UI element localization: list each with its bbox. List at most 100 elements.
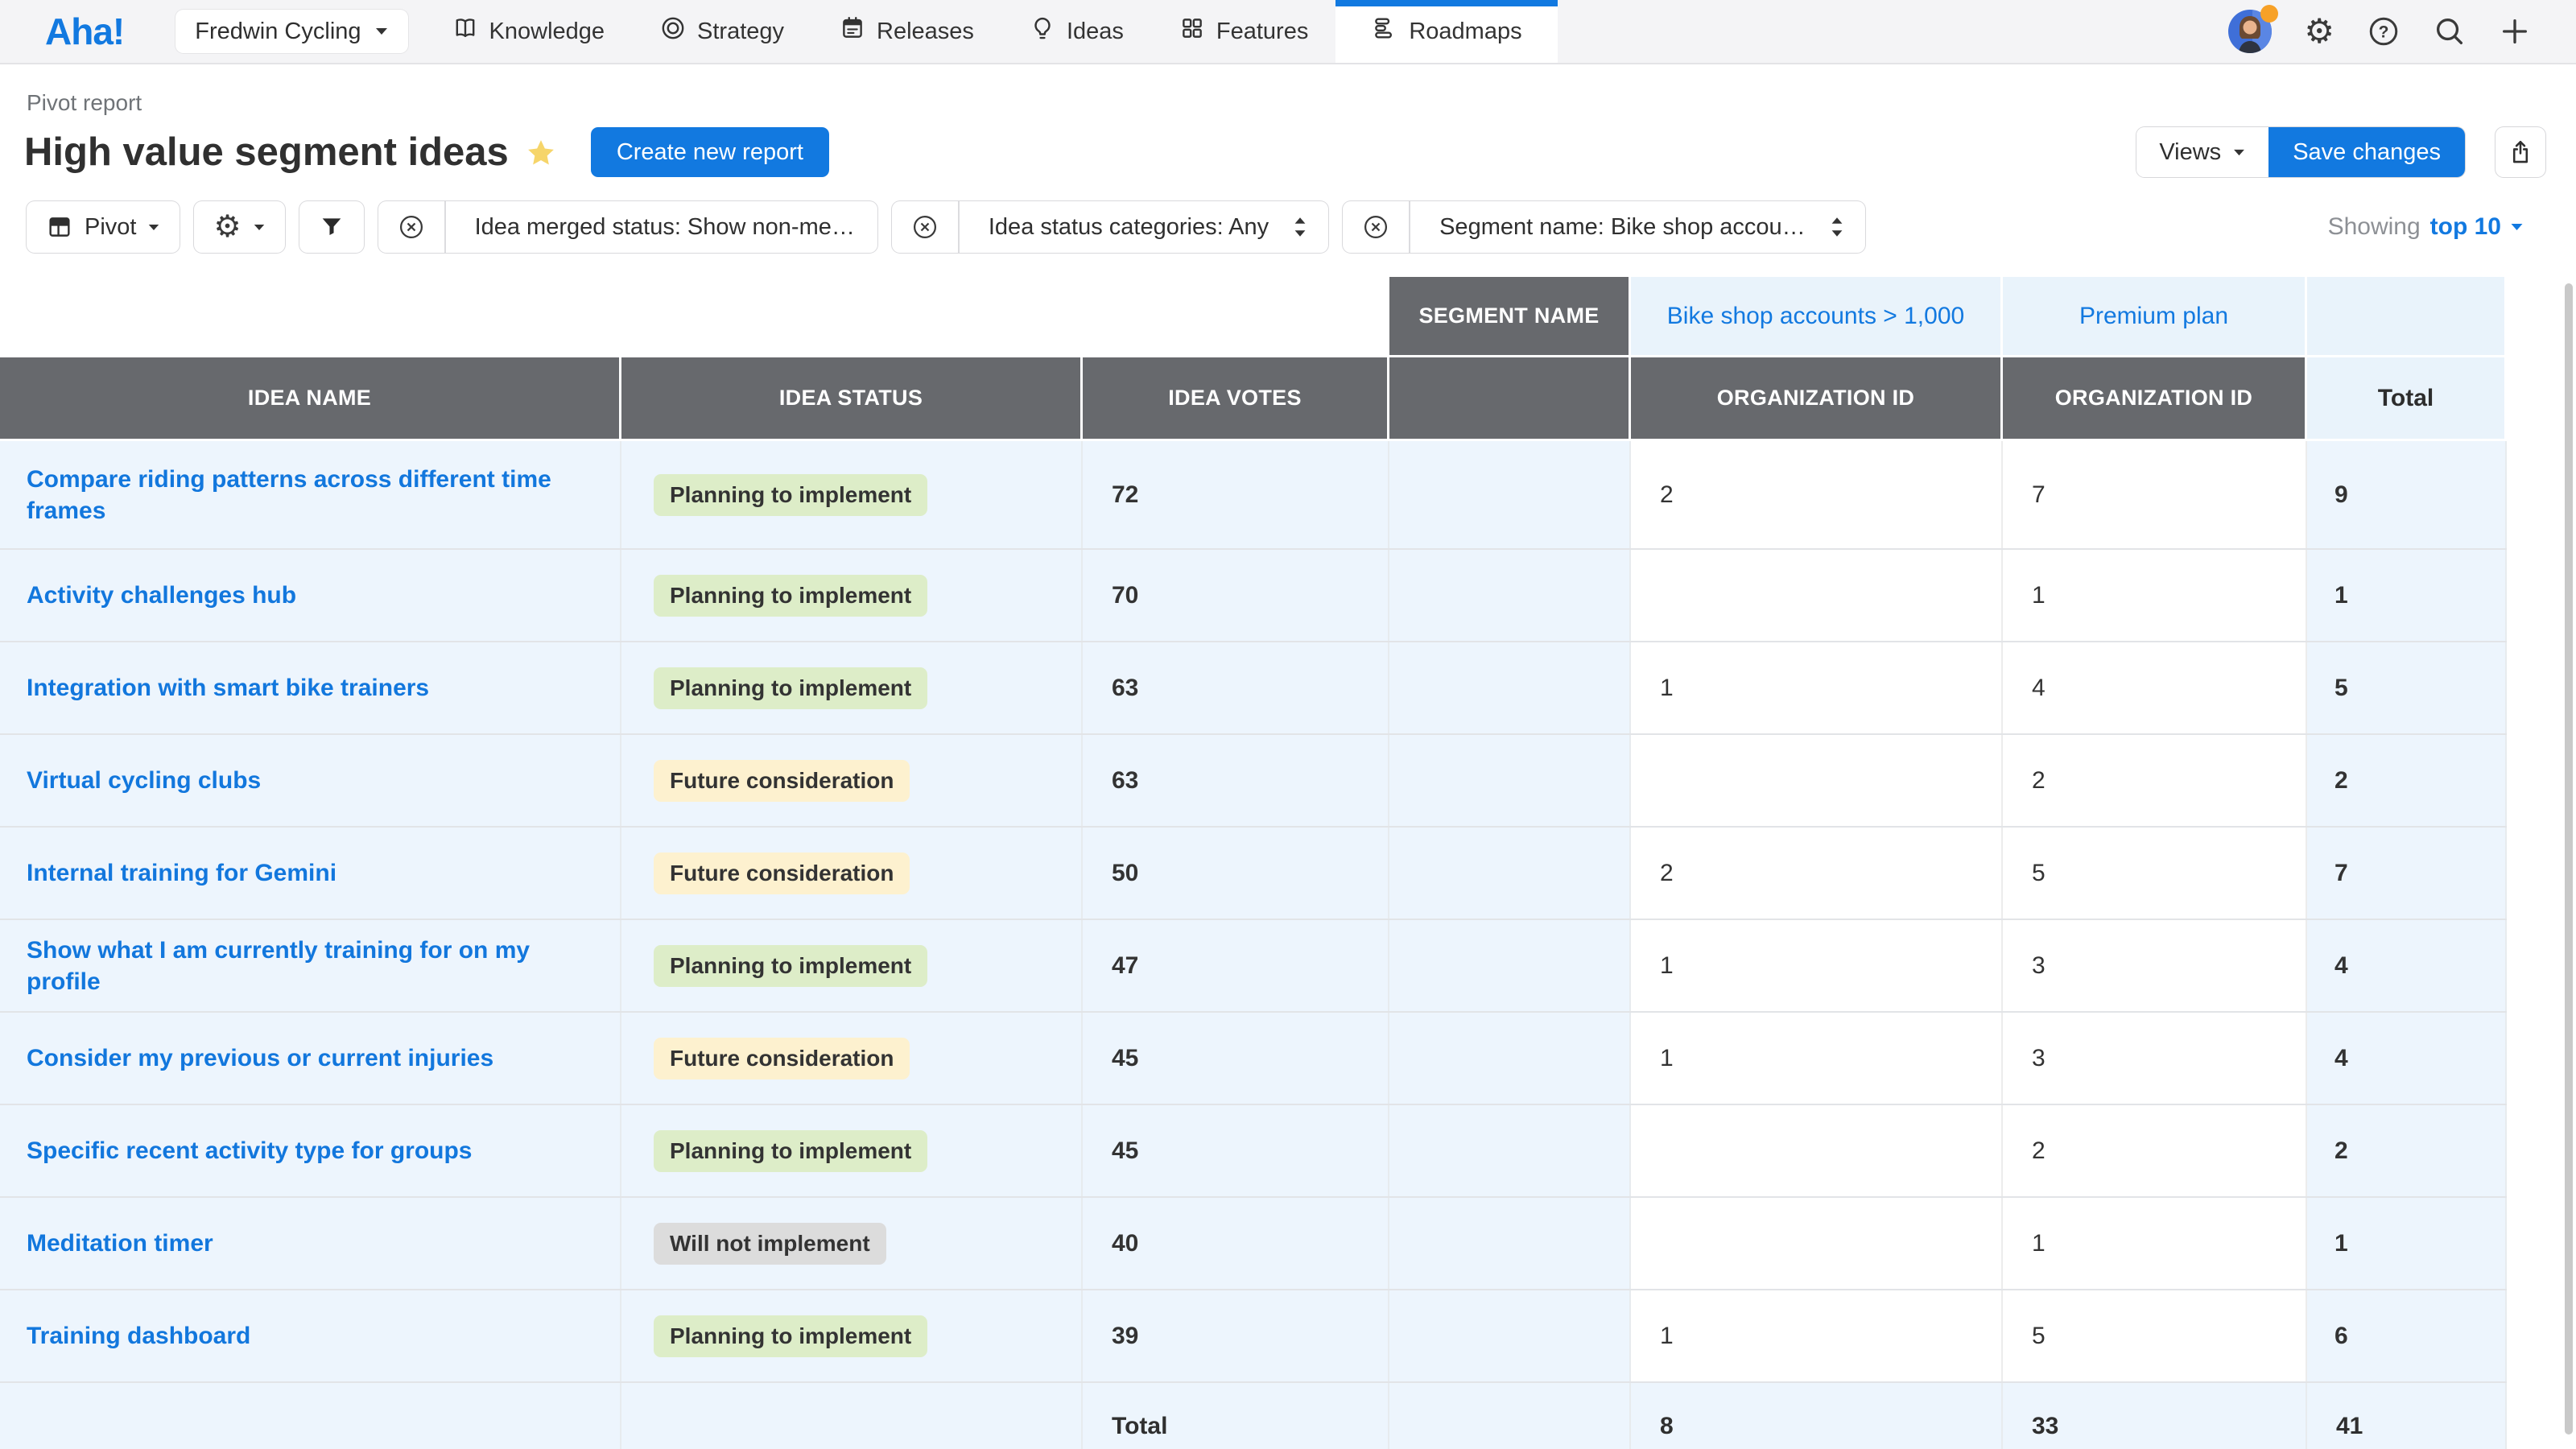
remove-filter-icon[interactable]: [892, 201, 960, 253]
filter-chip-merged-status[interactable]: Idea merged status: Show non-me…: [378, 201, 877, 253]
pivot-table-body: Compare riding patterns across different…: [0, 441, 2507, 1381]
idea-votes-cell: 63: [1083, 642, 1389, 733]
org-id-count-cell: [1631, 1105, 2003, 1196]
idea-votes-cell: 63: [1083, 735, 1389, 826]
org-id-count-cell: 5: [2003, 1290, 2307, 1381]
page-title: High value segment ideas: [24, 130, 509, 175]
idea-status-cell: Planning to implement: [621, 1105, 1083, 1196]
idea-status-cell: Future consideration: [621, 828, 1083, 919]
status-badge: Will not implement: [654, 1223, 886, 1265]
idea-name-link[interactable]: Consider my previous or current injuries: [27, 1042, 493, 1074]
help-button[interactable]: ?: [2367, 14, 2401, 48]
idea-name-link[interactable]: Meditation timer: [27, 1228, 213, 1259]
filter-chip-segment-name[interactable]: Segment name: Bike shop accou…: [1343, 201, 1865, 253]
idea-votes-header: IDEA VOTES: [1083, 357, 1389, 441]
status-badge: Planning to implement: [654, 575, 927, 617]
nav-item-roadmaps[interactable]: Roadmaps: [1335, 0, 1557, 63]
pivot-type-button[interactable]: Pivot: [27, 201, 180, 253]
filter-chip-status-categories[interactable]: Idea status categories: Any: [892, 201, 1328, 253]
nav-item-knowledge[interactable]: Knowledge: [424, 0, 633, 63]
idea-name-link[interactable]: Virtual cycling clubs: [27, 765, 261, 796]
nav-item-ideas[interactable]: Ideas: [1001, 0, 1151, 63]
filter-button[interactable]: [299, 201, 364, 253]
report-toolbar: Pivot ⚙ Idea merged status: Show non-me……: [0, 201, 2576, 253]
org-id-count-cell: 1: [2003, 550, 2307, 641]
save-changes-label: Save changes: [2293, 139, 2441, 166]
segment-group-cell: Premium plan: [2003, 277, 2307, 357]
views-label: Views: [2159, 139, 2221, 166]
org-id-count-cell: 3: [2003, 920, 2307, 1011]
remove-filter-icon[interactable]: [1343, 201, 1410, 253]
funnel-icon: [319, 214, 345, 240]
chevron-down-icon: [374, 27, 389, 36]
sort-arrows-icon[interactable]: [1828, 201, 1865, 253]
idea-name-link[interactable]: Integration with smart bike trainers: [27, 672, 429, 704]
chevron-down-icon: [147, 223, 160, 232]
pivot-table: SEGMENT NAME Bike shop accounts > 1,000 …: [0, 277, 2507, 1449]
aha-logo[interactable]: Aha!: [45, 10, 124, 53]
idea-votes-cell: 72: [1083, 441, 1389, 548]
row-total-cell: 2: [2307, 1105, 2507, 1196]
idea-status-cell: Will not implement: [621, 1198, 1083, 1289]
status-badge: Planning to implement: [654, 474, 927, 516]
help-icon: ?: [2367, 14, 2401, 48]
nav-item-releases[interactable]: Releases: [811, 0, 1001, 63]
total-spacer-cell: [1389, 1383, 1631, 1449]
nav-item-features[interactable]: Features: [1151, 0, 1335, 63]
org-id-count-cell: 2: [2003, 735, 2307, 826]
total-empty-cell: [0, 1383, 621, 1449]
organization-id-header: ORGANIZATION ID: [1631, 357, 2003, 441]
segment-link-premium-plan[interactable]: Premium plan: [2079, 303, 2228, 330]
calendar-icon: [839, 14, 866, 48]
create-button-nav[interactable]: [2499, 15, 2531, 47]
showing-top-selector[interactable]: top 10: [2430, 213, 2524, 241]
idea-name-link[interactable]: Internal training for Gemini: [27, 857, 336, 889]
idea-name-cell: Activity challenges hub: [0, 550, 621, 641]
idea-name-link[interactable]: Specific recent activity type for groups: [27, 1135, 473, 1166]
segment-spacer-cell: [1389, 920, 1631, 1011]
status-badge: Planning to implement: [654, 1130, 927, 1172]
favorite-star-icon[interactable]: [525, 137, 557, 173]
vertical-scrollbar[interactable]: [2565, 283, 2573, 1435]
sort-arrows-icon[interactable]: [1291, 201, 1328, 253]
row-total-cell: 7: [2307, 828, 2507, 919]
breadcrumb: Pivot report: [27, 90, 2576, 116]
share-button[interactable]: [2496, 127, 2545, 177]
segment-link-bike-shop[interactable]: Bike shop accounts > 1,000: [1667, 303, 1964, 330]
idea-name-link[interactable]: Compare riding patterns across different…: [27, 464, 588, 526]
report-settings-button[interactable]: ⚙: [194, 201, 284, 253]
avatar[interactable]: [2228, 10, 2272, 53]
idea-name-cell: Show what I am currently training for on…: [0, 920, 621, 1011]
idea-name-link[interactable]: Show what I am currently training for on…: [27, 935, 588, 997]
workspace-switcher[interactable]: Fredwin Cycling: [175, 10, 407, 53]
column-header-row: IDEA NAME IDEA STATUS IDEA VOTES ORGANIZ…: [0, 357, 2507, 441]
table-row: Virtual cycling clubsFuture consideratio…: [0, 733, 2507, 826]
table-row: Training dashboardPlanning to implement3…: [0, 1289, 2507, 1381]
total-empty-cell: [621, 1383, 1083, 1449]
create-new-report-button[interactable]: Create new report: [591, 127, 829, 177]
table-row: Consider my previous or current injuries…: [0, 1011, 2507, 1104]
nav-item-strategy[interactable]: Strategy: [632, 0, 811, 63]
idea-status-cell: Planning to implement: [621, 642, 1083, 733]
header-spacer: [0, 277, 1389, 357]
views-save-group: Views Save changes: [2136, 127, 2465, 177]
segment-name-header: SEGMENT NAME: [1389, 277, 1631, 357]
segment-spacer-cell: [1389, 441, 1631, 548]
search-button[interactable]: [2433, 14, 2467, 48]
views-button[interactable]: Views: [2136, 127, 2268, 177]
save-changes-button[interactable]: Save changes: [2268, 127, 2465, 177]
filter-chip-label: Idea merged status: Show non-me…: [446, 201, 877, 253]
segment-empty-cell: [2307, 277, 2507, 357]
idea-name-link[interactable]: Activity challenges hub: [27, 580, 296, 611]
segment-spacer-cell: [1389, 735, 1631, 826]
remove-filter-icon[interactable]: [378, 201, 446, 253]
organization-id-header: ORGANIZATION ID: [2003, 357, 2307, 441]
status-badge: Planning to implement: [654, 667, 927, 709]
filter-chip-label: Idea status categories: Any: [960, 201, 1291, 253]
org-id-count-cell: 4: [2003, 642, 2307, 733]
settings-button[interactable]: ⚙: [2304, 14, 2334, 48]
status-badge: Future consideration: [654, 1038, 910, 1080]
notification-dot: [2260, 5, 2278, 23]
total-org2: 33: [2003, 1383, 2307, 1449]
idea-name-link[interactable]: Training dashboard: [27, 1320, 250, 1352]
